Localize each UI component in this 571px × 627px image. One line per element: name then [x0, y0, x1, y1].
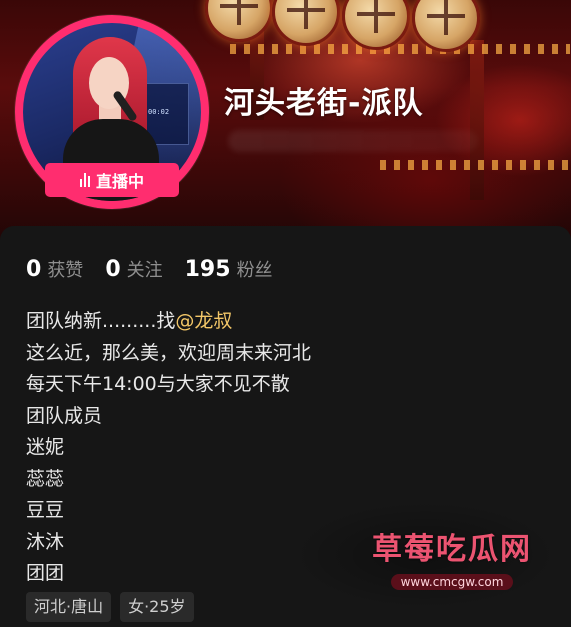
bio-line: 团队纳新.........找@龙叔: [26, 306, 546, 338]
bio-line: 蕊蕊: [26, 467, 65, 490]
tag-location[interactable]: 河北·唐山: [26, 592, 112, 622]
watermark-title: 草莓吃瓜网: [372, 532, 532, 567]
banner-lights: [380, 160, 570, 170]
stat-following-label: 关注: [126, 260, 163, 281]
banner-sign: [342, 0, 410, 50]
bio-line-text: 团队纳新.........找: [26, 310, 176, 332]
bio-line: 团队成员: [26, 404, 103, 427]
profile-screen: 00:02 直播中 河头老街-派队 0 获赞 0 关注 195 粉丝 团队纳新.…: [0, 0, 571, 627]
banner-pillar: [470, 40, 484, 200]
profile-id-blurred: [228, 130, 478, 152]
stat-likes-value: 0: [26, 257, 42, 282]
live-badge-label: 直播中: [95, 172, 144, 191]
bio-line: 迷妮: [26, 436, 65, 458]
profile-nickname: 河头老街-派队: [224, 86, 424, 121]
stat-followers-value: 195: [184, 257, 231, 282]
profile-stats: 0 获赞 0 关注 195 粉丝: [26, 256, 273, 282]
bio-line: 这么近，那么美，欢迎周末来河北: [26, 341, 312, 364]
stat-followers[interactable]: 195 粉丝: [185, 256, 273, 282]
watermark: 草莓吃瓜网 www.cmcgw.com: [362, 524, 542, 590]
live-badge[interactable]: 直播中: [45, 163, 179, 197]
profile-tags: 河北·唐山 女·25岁: [26, 592, 194, 622]
stat-likes[interactable]: 0 获赞: [26, 256, 83, 282]
bio-line: 每天下午14:00与大家不见不散: [26, 373, 290, 395]
stat-following[interactable]: 0 关注: [105, 256, 162, 282]
tag-gender-age[interactable]: 女·25岁: [120, 592, 194, 622]
stat-following-value: 0: [105, 257, 121, 282]
avatar-screen-time: 00:02: [148, 108, 170, 116]
bio-mention-link[interactable]: @龙叔: [175, 310, 232, 332]
watermark-url: www.cmcgw.com: [390, 574, 514, 590]
stat-followers-label: 粉丝: [236, 260, 273, 281]
banner-lights: [230, 44, 570, 54]
stat-likes-label: 获赞: [47, 260, 84, 281]
live-bars-icon: [79, 173, 90, 187]
banner-sign: [272, 0, 340, 46]
